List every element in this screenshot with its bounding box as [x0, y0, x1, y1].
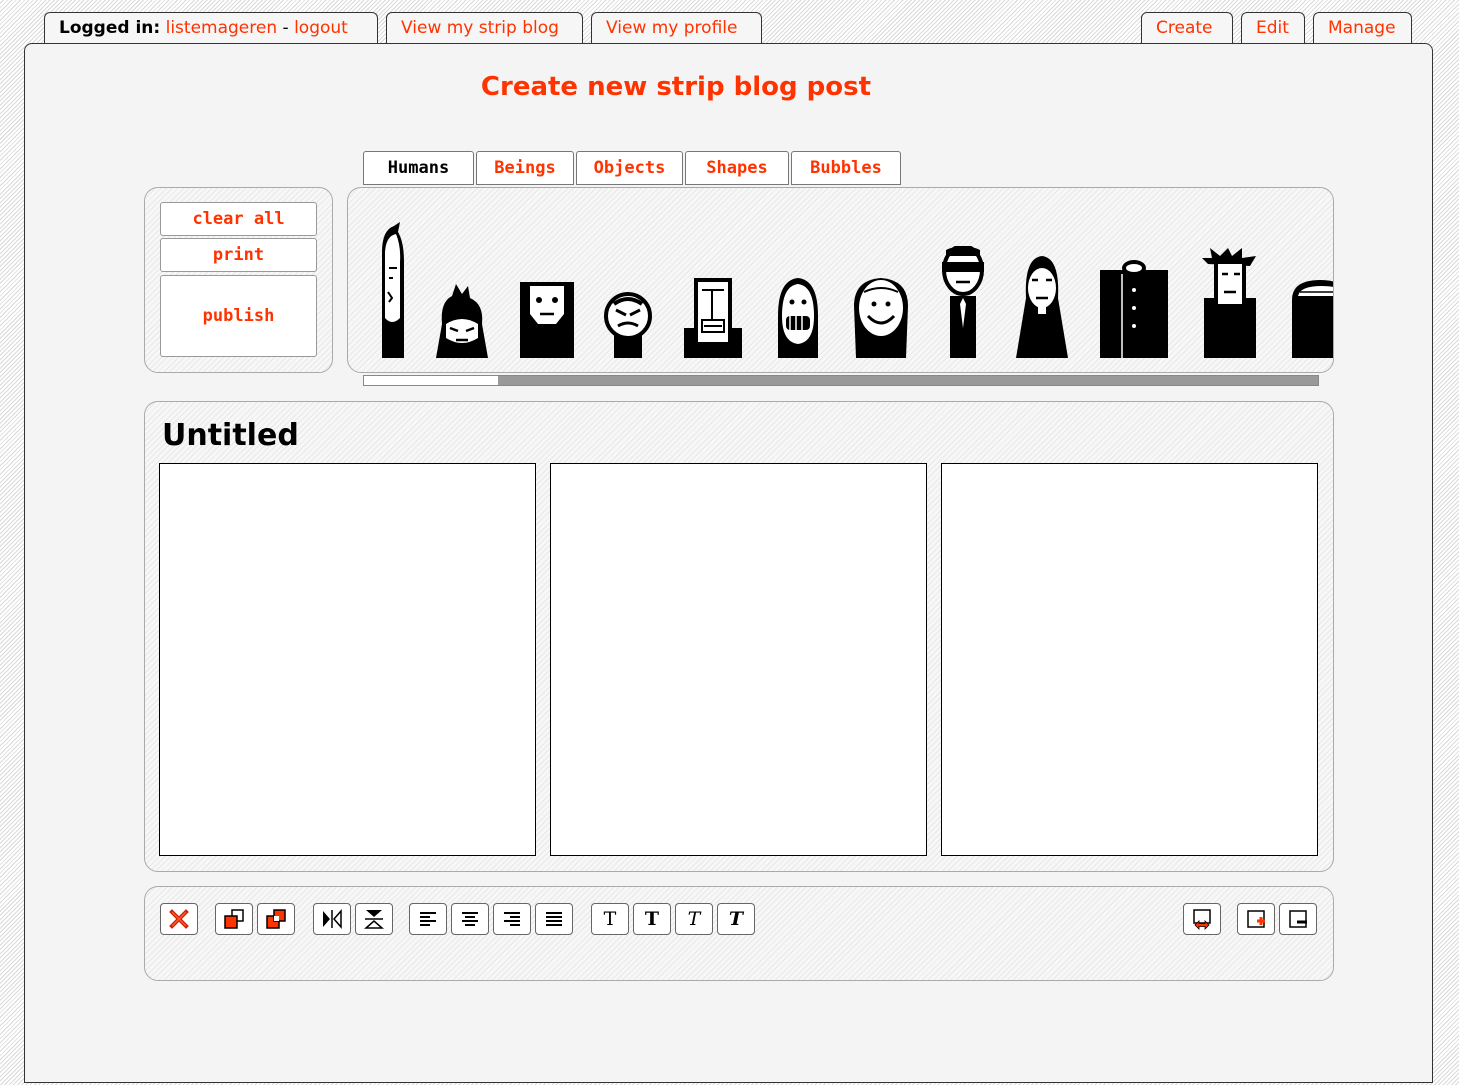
palette-scroll-thumb[interactable]	[364, 376, 498, 385]
publish-button[interactable]: publish	[160, 275, 317, 357]
character-5[interactable]	[682, 274, 744, 358]
add-panel-icon	[1247, 910, 1265, 928]
character-2[interactable]	[434, 284, 490, 358]
align-center-icon	[462, 912, 478, 926]
clear-all-button[interactable]: clear all	[160, 202, 317, 236]
comic-panel-2[interactable]	[550, 463, 927, 856]
character-12[interactable]	[1288, 278, 1334, 358]
align-center-button[interactable]	[451, 903, 489, 935]
character-11[interactable]	[1200, 248, 1260, 358]
text-bold-button[interactable]: T	[633, 903, 671, 935]
comic-panel-3[interactable]	[941, 463, 1318, 856]
character-3[interactable]	[518, 278, 576, 358]
align-right-icon	[504, 912, 520, 926]
character-palette	[347, 187, 1334, 373]
flip-horizontal-button[interactable]	[313, 903, 351, 935]
create-tab[interactable]: Create	[1141, 12, 1233, 44]
text-bold-italic-icon: T	[728, 908, 744, 930]
comic-panel-1[interactable]	[159, 463, 536, 856]
logged-in-label: Logged in:	[59, 18, 161, 38]
align-left-icon	[420, 912, 436, 926]
add-panel-button[interactable]	[1237, 903, 1275, 935]
view-profile-tab[interactable]: View my profile	[591, 12, 762, 44]
delete-icon	[169, 909, 189, 929]
character-7[interactable]	[852, 276, 910, 358]
logout-link[interactable]: logout	[294, 18, 348, 38]
align-right-button[interactable]	[493, 903, 531, 935]
text-bold-italic-button[interactable]: T	[717, 903, 755, 935]
character-4[interactable]	[604, 292, 652, 358]
text-italic-icon: T	[687, 908, 701, 930]
remove-panel-button[interactable]	[1279, 903, 1317, 935]
send-backward-button[interactable]	[257, 903, 295, 935]
bring-forward-button[interactable]	[215, 903, 253, 935]
delete-button[interactable]	[160, 903, 198, 935]
username-link[interactable]: listemageren	[166, 18, 278, 38]
flip-vertical-button[interactable]	[355, 903, 393, 935]
strip-title[interactable]: Untitled	[162, 418, 299, 453]
bring-forward-icon	[224, 909, 244, 929]
align-left-button[interactable]	[409, 903, 447, 935]
character-9[interactable]	[1014, 254, 1070, 358]
character-10[interactable]	[1098, 260, 1170, 358]
align-justify-button[interactable]	[535, 903, 573, 935]
page-title: Create new strip blog post	[480, 72, 872, 102]
character-8[interactable]	[940, 246, 986, 358]
remove-panel-icon	[1289, 910, 1307, 928]
character-6[interactable]	[774, 276, 822, 358]
tab-humans[interactable]: Humans	[363, 151, 474, 185]
text-bold-icon: T	[644, 908, 660, 930]
swap-panels-button[interactable]	[1183, 903, 1221, 935]
text-normal-button[interactable]: T	[591, 903, 629, 935]
flip-horizontal-icon	[323, 909, 342, 929]
palette-scrollbar[interactable]	[363, 375, 1319, 386]
send-backward-icon	[266, 909, 286, 929]
tab-bubbles[interactable]: Bubbles	[791, 151, 901, 185]
align-justify-icon	[546, 912, 562, 926]
edit-tab[interactable]: Edit	[1241, 12, 1305, 44]
text-italic-button[interactable]: T	[675, 903, 713, 935]
tab-shapes[interactable]: Shapes	[685, 151, 789, 185]
swap-panels-icon	[1193, 909, 1211, 930]
manage-tab[interactable]: Manage	[1313, 12, 1412, 44]
flip-vertical-icon	[364, 910, 384, 929]
view-strip-blog-tab[interactable]: View my strip blog	[386, 12, 583, 44]
tab-objects[interactable]: Objects	[576, 151, 683, 185]
login-status-tab: Logged in: listemageren - logout	[44, 12, 378, 44]
character-1[interactable]	[376, 222, 406, 358]
separator: -	[282, 18, 289, 38]
text-normal-icon: T	[603, 908, 617, 930]
print-button[interactable]: print	[160, 238, 317, 272]
tab-beings[interactable]: Beings	[476, 151, 574, 185]
